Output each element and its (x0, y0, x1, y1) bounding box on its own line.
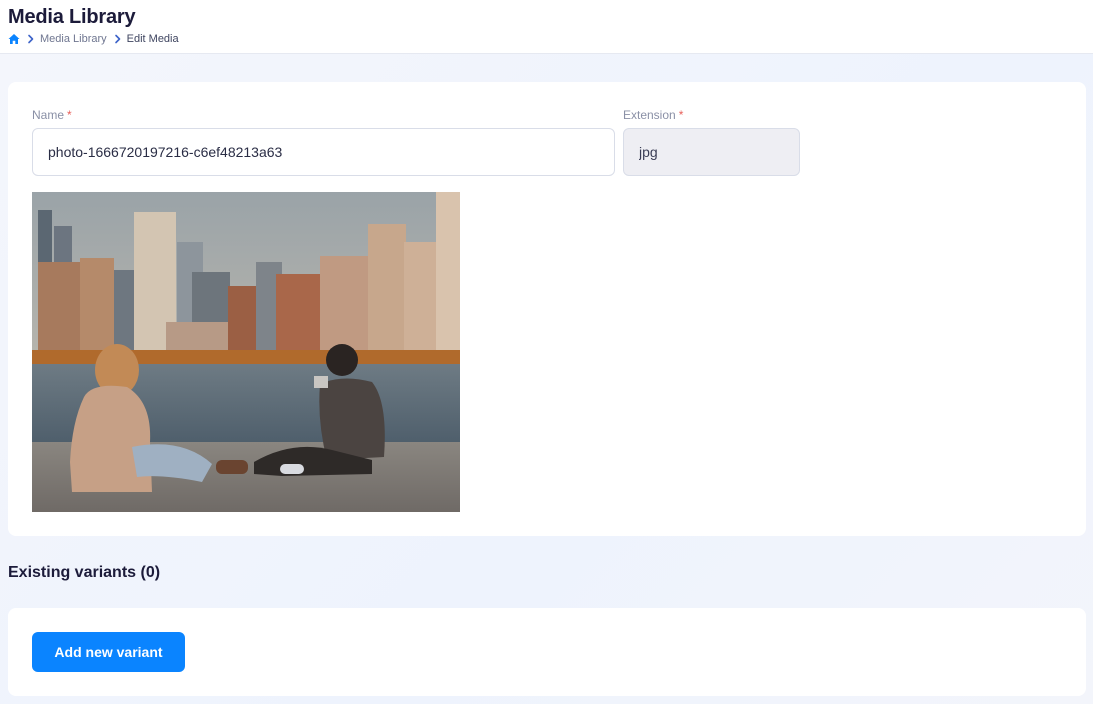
chevron-right-icon (26, 34, 36, 44)
chevron-right-icon (113, 34, 123, 44)
breadcrumb: Media Library Edit Media (8, 32, 179, 46)
top-bar: Media Library Media Library Edit Media (0, 0, 1093, 54)
breadcrumb-item-edit-media: Edit Media (126, 33, 179, 45)
required-marker: * (67, 108, 72, 122)
name-label: Name * (32, 108, 72, 122)
media-preview-image (32, 192, 460, 512)
name-input[interactable] (32, 128, 615, 176)
existing-variants-title: Existing variants (0) (8, 564, 161, 581)
extension-label: Extension * (623, 108, 683, 122)
home-icon[interactable] (8, 33, 20, 45)
name-label-text: Name (32, 108, 65, 122)
extension-label-text: Extension (623, 108, 676, 122)
extension-input (623, 128, 800, 176)
variants-card: Add new variant (8, 608, 1086, 696)
breadcrumb-item-media-library[interactable]: Media Library (40, 33, 107, 45)
page-title: Media Library (8, 6, 136, 28)
media-edit-card: Name* Extension* (8, 82, 1086, 536)
required-marker: * (678, 108, 684, 122)
add-new-variant-button[interactable]: Add new variant (32, 632, 185, 672)
